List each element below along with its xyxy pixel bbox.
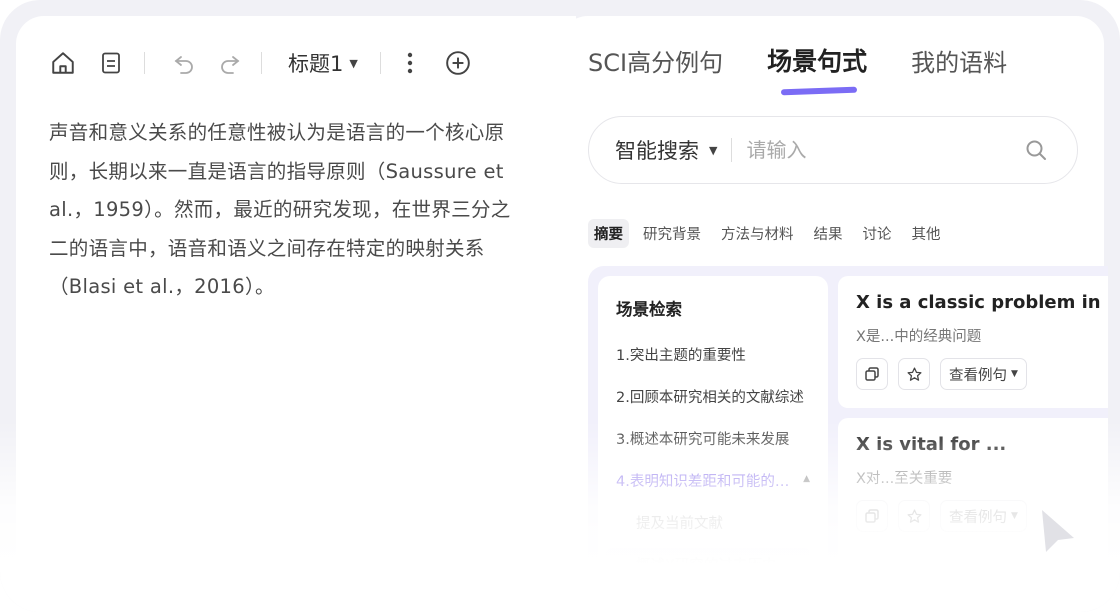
- search-mode-label: 智能搜索: [615, 139, 699, 163]
- scene-item[interactable]: 1.突出主题的重要性: [616, 344, 810, 386]
- search-divider: [731, 138, 733, 162]
- search-mode-select[interactable]: 智能搜索 ▼: [615, 135, 717, 165]
- editor-pane: 标题1 ▼ 声音和意义关系的任意性被认为是语言的一个核心原则，长期以来一直是语言…: [16, 16, 576, 612]
- pattern-translation: X是...中的经典问题: [856, 329, 982, 345]
- section-subtabs: 摘要 研究背景 方法与材料 结果 讨论 其他: [588, 219, 947, 248]
- copy-button[interactable]: [856, 500, 888, 532]
- subtab-methods[interactable]: 方法与材料: [715, 219, 800, 248]
- pattern-translation: X对...至关重要: [856, 471, 953, 487]
- subtab-abstract[interactable]: 摘要: [588, 219, 629, 248]
- favorite-button[interactable]: [898, 358, 930, 390]
- undo-icon[interactable]: [169, 48, 199, 78]
- view-examples-label: 查看例句: [949, 367, 1007, 384]
- panel-tabs: SCI高分例句 场景句式 我的语料: [588, 42, 1007, 78]
- toolbar-divider: [144, 52, 145, 74]
- scene-item[interactable]: 3.概述本研究可能未来发展: [616, 428, 810, 470]
- favorite-button[interactable]: [898, 500, 930, 532]
- toolbar-divider: [261, 52, 262, 74]
- scene-search-list: 场景检索 1.突出主题的重要性 2.回顾本研究相关的文献综述 3.概述本研究可能…: [598, 276, 828, 606]
- caret-down-icon: ▼: [709, 143, 718, 157]
- search-icon[interactable]: [1021, 135, 1051, 165]
- pointer-arrow-icon: [1042, 510, 1074, 552]
- scene-content-area: 场景检索 1.突出主题的重要性 2.回顾本研究相关的文献综述 3.概述本研究可能…: [588, 266, 1108, 612]
- corpus-panel: SCI高分例句 场景句式 我的语料 智能搜索 ▼ 摘要 研究背景 方法与材料 结…: [560, 16, 1108, 612]
- tab-scene-patterns[interactable]: 场景句式: [767, 42, 867, 78]
- app-frame: 标题1 ▼ 声音和意义关系的任意性被认为是语言的一个核心原则，长期以来一直是语言…: [0, 0, 1120, 612]
- view-examples-label: 查看例句: [949, 509, 1007, 526]
- star-icon: [906, 508, 922, 523]
- editor-toolbar: 标题1 ▼: [48, 46, 548, 80]
- caret-down-icon: ▼: [1011, 369, 1018, 379]
- view-examples-button[interactable]: 查看例句 ▼: [940, 358, 1027, 390]
- pattern-card: X is a classic problem in ... X是...中的经典问…: [838, 276, 1108, 408]
- scene-item[interactable]: 2.回顾本研究相关的文献综述: [616, 386, 810, 428]
- more-vertical-icon[interactable]: [395, 48, 425, 78]
- search-input[interactable]: [746, 138, 1021, 162]
- subtab-discussion[interactable]: 讨论: [857, 219, 898, 248]
- redo-icon[interactable]: [215, 48, 245, 78]
- copy-icon: [865, 509, 879, 523]
- heading-style-label: 标题1: [288, 52, 344, 76]
- toolbar-divider: [379, 52, 381, 74]
- tab-sci-sentences[interactable]: SCI高分例句: [588, 43, 723, 78]
- scene-search-title: 场景检索: [616, 300, 682, 319]
- search-bar: 智能搜索 ▼: [588, 116, 1078, 184]
- pattern-title: X is a classic problem in ...: [856, 292, 1108, 313]
- add-circle-icon[interactable]: [443, 48, 473, 78]
- scene-subitem[interactable]: 提及当前文献: [616, 512, 810, 548]
- subtab-background[interactable]: 研究背景: [637, 219, 707, 248]
- view-examples-button[interactable]: 查看例句 ▼: [940, 500, 1027, 532]
- scene-subitem[interactable]: 概述X研究的过去历史: [606, 548, 810, 584]
- scene-item-label: 4.表明知识差距和可能的研究: [616, 474, 804, 490]
- editor-paragraph[interactable]: 声音和意义关系的任意性被认为是语言的一个核心原则，长期以来一直是语言的指导原则（…: [49, 114, 529, 307]
- caret-up-icon: ▲: [803, 474, 810, 484]
- copy-button[interactable]: [856, 358, 888, 390]
- heading-style-select[interactable]: 标题1 ▼: [282, 48, 364, 78]
- scene-item-active[interactable]: 4.表明知识差距和可能的研究 ▲: [616, 470, 810, 512]
- subtab-results[interactable]: 结果: [808, 219, 849, 248]
- subtab-other[interactable]: 其他: [906, 219, 947, 248]
- caret-down-icon: ▼: [1011, 511, 1018, 521]
- card-actions: 查看例句 ▼: [856, 358, 1108, 390]
- caret-down-icon: ▼: [349, 56, 358, 70]
- pattern-title: X is vital for ...: [856, 434, 1007, 455]
- tab-my-corpus[interactable]: 我的语料: [911, 43, 1007, 78]
- copy-icon: [865, 367, 879, 381]
- home-icon[interactable]: [48, 48, 78, 78]
- document-icon[interactable]: [96, 48, 126, 78]
- star-icon: [906, 366, 922, 381]
